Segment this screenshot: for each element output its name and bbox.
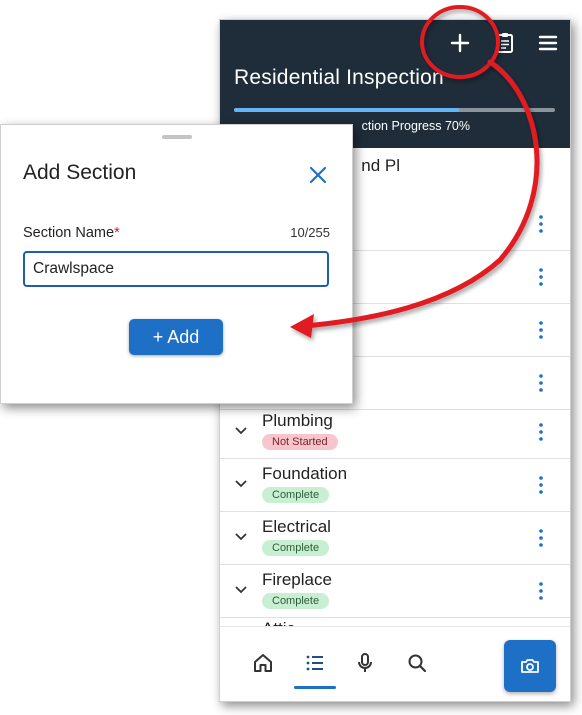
more-vert-icon[interactable] xyxy=(538,475,544,495)
bottom-nav xyxy=(220,626,570,701)
close-icon[interactable] xyxy=(308,165,328,185)
section-name-input[interactable] xyxy=(25,253,323,285)
chevron-down-icon[interactable] xyxy=(234,583,248,597)
more-vert-icon[interactable] xyxy=(538,422,544,442)
inspection-progress-bar xyxy=(234,108,555,112)
drag-handle[interactable] xyxy=(162,135,192,139)
section-name: Foundation xyxy=(262,464,348,483)
character-counter: 10/255 xyxy=(290,225,330,240)
section-name: Electrical xyxy=(262,517,331,536)
status-badge: Complete xyxy=(262,593,330,609)
more-vert-icon[interactable] xyxy=(538,214,544,234)
page-title: Residential Inspection xyxy=(234,66,444,89)
camera-button[interactable] xyxy=(504,640,556,692)
list-icon[interactable] xyxy=(303,651,327,675)
section-name-label: Section Name* xyxy=(23,225,120,241)
section-row-foundation[interactable]: Foundation Complete xyxy=(220,459,570,512)
more-vert-icon[interactable] xyxy=(538,581,544,601)
section-row-fireplace[interactable]: Fireplace Complete xyxy=(220,565,570,618)
chevron-down-icon[interactable] xyxy=(234,530,248,544)
add-button[interactable]: + Add xyxy=(129,319,223,355)
status-badge: Complete xyxy=(262,487,330,503)
section-name: Plumbing xyxy=(262,411,333,430)
plus-icon[interactable] xyxy=(445,28,475,58)
more-vert-icon[interactable] xyxy=(538,267,544,287)
more-vert-icon[interactable] xyxy=(538,528,544,548)
more-vert-icon[interactable] xyxy=(538,320,544,340)
search-icon[interactable] xyxy=(405,651,429,675)
camera-icon xyxy=(521,659,539,673)
section-row-plumbing[interactable]: Plumbing Not Started xyxy=(220,406,570,459)
clipboard-icon[interactable] xyxy=(490,28,520,58)
more-vert-icon[interactable] xyxy=(538,373,544,393)
menu-icon[interactable] xyxy=(533,28,563,58)
microphone-icon[interactable] xyxy=(353,651,377,675)
dialog-title: Add Section xyxy=(23,161,137,184)
chevron-down-icon[interactable] xyxy=(234,477,248,491)
chevron-down-icon[interactable] xyxy=(234,424,248,438)
section-name: Fireplace xyxy=(262,570,332,589)
section-row-electrical[interactable]: Electrical Complete xyxy=(220,512,570,565)
active-tab-indicator xyxy=(294,686,336,689)
progress-fill xyxy=(234,108,459,112)
add-section-dialog: Add Section Section Name* 10/255 + Add xyxy=(0,124,353,404)
section-name-field[interactable] xyxy=(23,251,329,287)
required-mark: * xyxy=(114,225,120,241)
status-badge: Complete xyxy=(262,540,330,556)
status-badge: Not Started xyxy=(262,434,338,450)
home-icon[interactable] xyxy=(251,651,275,675)
